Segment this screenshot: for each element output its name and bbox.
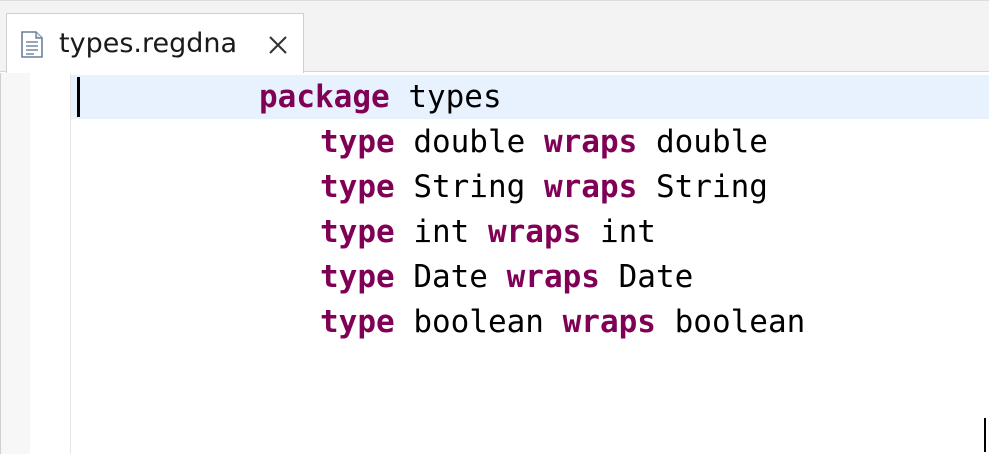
code-line: package types [259,75,502,120]
keyword-token: type [320,169,395,205]
identifier-token: boolean [394,304,563,340]
current-line-highlight [71,75,989,119]
identifier-token: Date [599,259,694,295]
keyword-token: package [259,79,390,115]
gutter-divider [70,73,71,454]
identifier-token: boolean [655,304,806,340]
editor-tab-types-regdna[interactable]: types.regdna [6,13,304,74]
keyword-token: wraps [562,304,656,340]
mouse-cursor-mark [984,418,986,452]
vertical-ruler [0,73,30,454]
identifier-token: String [637,169,768,205]
text-file-icon [21,31,43,58]
keyword-token: wraps [543,169,638,205]
code-line: type Date wraps Date [320,255,693,300]
keyword-token: type [320,304,395,340]
close-icon[interactable] [265,32,291,58]
editor-window: types.regdna package types type double wr… [0,0,989,454]
keyword-token: type [320,124,395,160]
keyword-token: wraps [487,214,582,250]
code-editor[interactable]: package types type double wraps double typ… [0,73,989,454]
text-caret [77,77,80,117]
keyword-token: type [320,259,395,295]
editor-tab-bar: types.regdna [0,0,989,74]
identifier-token: double [637,124,768,160]
identifier-token: Date [394,259,507,295]
identifier-token: types [389,79,502,115]
identifier-token: double [394,124,544,160]
identifier-token: int [394,214,488,250]
identifier-token: int [581,214,656,250]
code-line: type double wraps double [320,120,768,165]
code-line: type String wraps String [320,165,768,210]
keyword-token: wraps [543,124,638,160]
keyword-token: type [320,214,395,250]
code-line: type int wraps int [320,210,656,255]
code-line: type boolean wraps boolean [320,300,805,345]
tab-label: types.regdna [59,28,238,59]
identifier-token: String [394,169,544,205]
keyword-token: wraps [506,259,600,295]
